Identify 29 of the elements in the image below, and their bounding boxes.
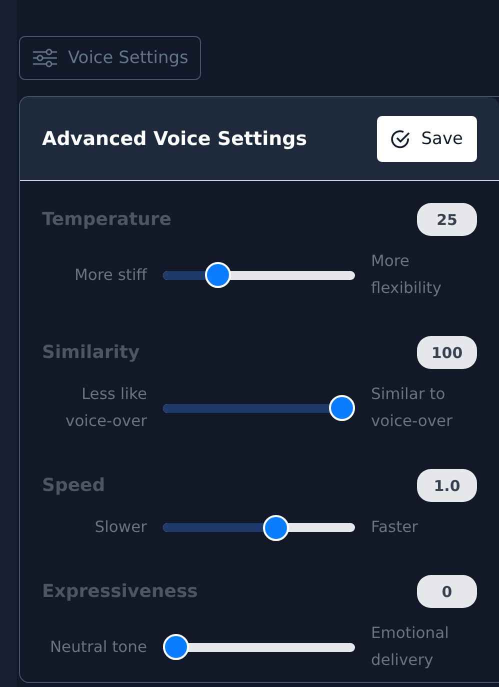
panel-title: Advanced Voice Settings: [42, 128, 308, 150]
max-label: Similar to voice-over: [371, 384, 454, 432]
slider-thumb[interactable]: [329, 395, 355, 421]
setting-label: Expressiveness: [42, 581, 198, 602]
slider[interactable]: [163, 395, 355, 421]
min-label: Slower: [94, 517, 147, 538]
save-button[interactable]: Save: [377, 116, 477, 162]
slider-thumb[interactable]: [262, 514, 289, 540]
min-label: Neutral tone: [50, 636, 147, 658]
max-label: Faster: [371, 517, 420, 538]
setting-label: Temperature: [42, 209, 172, 230]
setting-label: Speed: [42, 475, 106, 496]
slider[interactable]: [163, 262, 355, 288]
slider[interactable]: [163, 514, 355, 540]
voice-settings-button[interactable]: Voice Settings: [19, 36, 202, 80]
value-badge: 0: [417, 575, 477, 608]
value-badge: 100: [417, 336, 477, 369]
max-label: More flexibility: [371, 251, 443, 299]
slider[interactable]: [163, 634, 355, 660]
min-label: More stiff: [74, 264, 147, 286]
min-label: Less like voice-over: [64, 384, 147, 432]
max-label: Emotional delivery: [371, 623, 450, 671]
value-badge: 1.0: [417, 469, 477, 502]
setting-label: Similarity: [42, 342, 140, 363]
sliders-icon: [32, 48, 58, 68]
slider-thumb[interactable]: [163, 634, 189, 660]
slider-thumb[interactable]: [204, 262, 230, 288]
value-badge: 25: [417, 203, 477, 236]
check-circle-icon: [391, 128, 412, 148]
